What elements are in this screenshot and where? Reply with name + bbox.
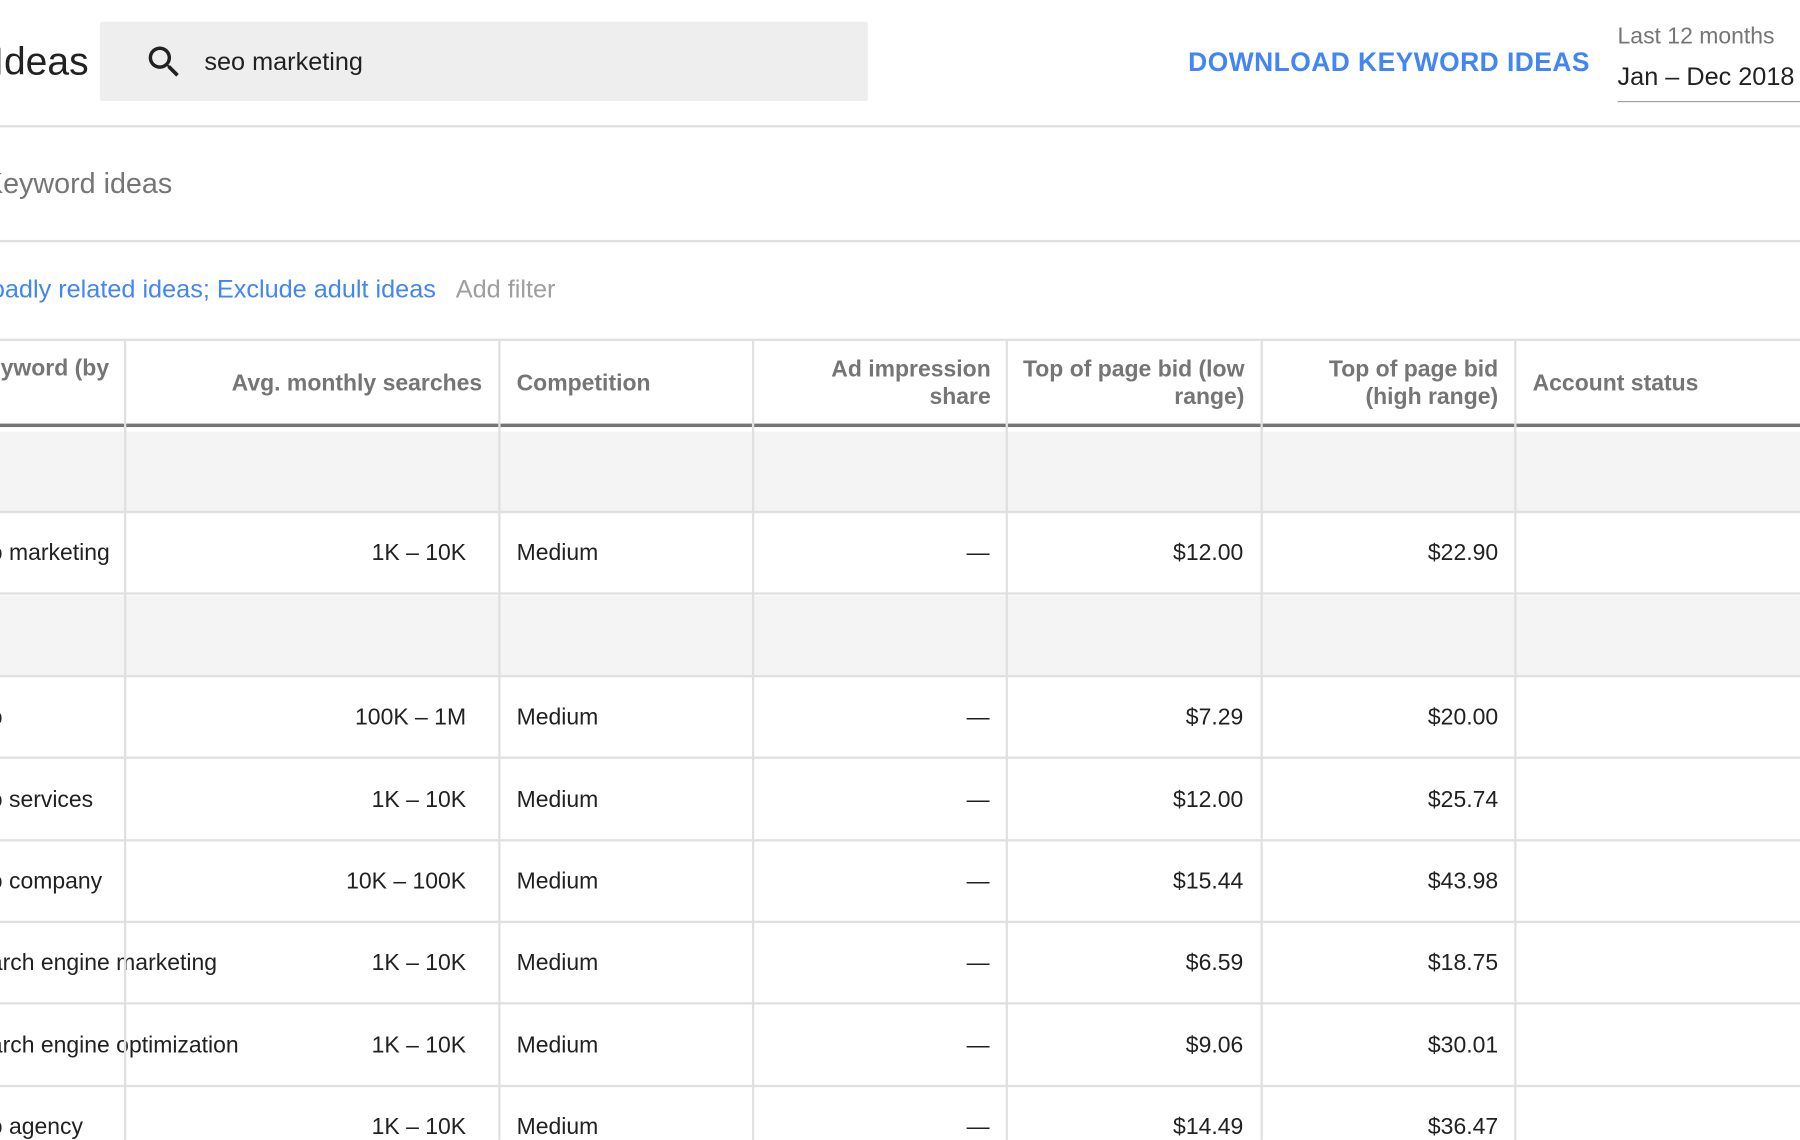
- table-row[interactable]: seo marketing 1K – 10K Medium — $12.00 $22.90: [0, 513, 1800, 595]
- cell-keyword: seo marketing: [0, 540, 110, 566]
- cell-ad-impression-share: —: [966, 949, 990, 976]
- cell-avg-monthly-searches: 1K – 10K: [371, 1032, 467, 1058]
- search-box[interactable]: seo marketing: [99, 21, 868, 102]
- cell-bid-high: $18.75: [1427, 949, 1499, 976]
- active-filters-link[interactable]: Broadly related ideas; Exclude adult ide…: [0, 273, 436, 304]
- cell-keyword: seo agency: [0, 1114, 83, 1140]
- cell-account-status: [1533, 513, 1786, 592]
- table-row[interactable]: seo services 1K – 10K Medium — $12.00 $25.74: [0, 760, 1800, 842]
- cell-bid-high: $25.74: [1427, 786, 1499, 813]
- table-row[interactable]: seo agency 1K – 10K Medium — $14.49 $36.47: [0, 1087, 1800, 1140]
- column-header-bid-high[interactable]: Top of page bid (high range): [1297, 341, 1498, 426]
- cell-bid-low: $9.06: [1185, 1032, 1244, 1058]
- column-header-bid-low[interactable]: Top of page bid (low range): [1015, 341, 1244, 426]
- cell-ad-impression-share: —: [966, 786, 990, 813]
- column-header-keyword[interactable]: Keyword (by: [0, 341, 121, 426]
- column-header-avg-monthly-searches[interactable]: Avg. monthly searches: [126, 341, 483, 426]
- table-row[interactable]: search engine optimization 1K – 10K Medium…: [0, 1006, 1800, 1088]
- table-row[interactable]: seo company 10K – 100K Medium — $15.44 $43.98: [0, 841, 1800, 923]
- cell-keyword: seo company: [0, 868, 103, 894]
- cell-competition: Medium: [516, 1114, 599, 1140]
- date-range-value[interactable]: Jan – Dec 2018: [1618, 62, 1795, 92]
- cell-bid-high: $30.01: [1427, 1032, 1499, 1058]
- column-divider: [1260, 339, 1263, 1140]
- cell-competition: Medium: [516, 1032, 599, 1058]
- cell-ad-impression-share: —: [966, 540, 990, 566]
- cell-ad-impression-share: —: [966, 704, 990, 730]
- column-divider: [1005, 339, 1008, 1140]
- cell-account-status: [1533, 760, 1786, 839]
- cell-bid-low: $14.49: [1173, 1114, 1244, 1140]
- search-icon[interactable]: [144, 41, 185, 82]
- cell-account-status: [1533, 1006, 1786, 1085]
- cell-account-status: [1533, 923, 1786, 1002]
- column-header-ad-impression-share[interactable]: Ad impression share: [804, 341, 990, 426]
- cell-avg-monthly-searches: 1K – 10K: [371, 540, 467, 566]
- cell-keyword: search engine marketing: [0, 949, 217, 976]
- keyword-planner-page: Ideas seo marketing DOWNLOAD KEYWORD IDE…: [0, 0, 1800, 1140]
- cell-keyword: seo services: [0, 786, 94, 813]
- cell-competition: Medium: [516, 786, 599, 813]
- cell-account-status: [1533, 1087, 1786, 1140]
- cell-avg-monthly-searches: 10K – 100K: [346, 868, 467, 894]
- cell-avg-monthly-searches: 1K – 10K: [371, 1114, 467, 1140]
- cell-keyword: search engine optimization: [0, 1032, 239, 1058]
- group-row: [0, 431, 1800, 514]
- cell-competition: Medium: [516, 540, 599, 566]
- date-range-picker[interactable]: Last 12 months Jan – Dec 2018: [1617, 21, 1800, 103]
- cell-bid-high: $20.00: [1427, 704, 1499, 730]
- cell-avg-monthly-searches: 1K – 10K: [371, 949, 467, 976]
- cell-account-status: [1533, 841, 1786, 920]
- table-header: Keyword (by Avg. monthly searches Compet…: [0, 338, 1800, 428]
- cell-account-status: [1533, 677, 1786, 756]
- column-divider: [751, 339, 755, 1140]
- table-row[interactable]: seo 100K – 1M Medium — $7.29 $20.00: [0, 677, 1800, 759]
- search-input[interactable]: seo marketing: [204, 47, 363, 77]
- cell-bid-low: $12.00: [1173, 786, 1244, 813]
- add-filter-button[interactable]: Add filter: [456, 273, 556, 304]
- cell-bid-low: $12.00: [1173, 540, 1244, 566]
- cell-ad-impression-share: —: [966, 1032, 990, 1058]
- cell-competition: Medium: [516, 704, 599, 730]
- table-row[interactable]: search engine marketing 1K – 10K Medium — $6…: [0, 923, 1800, 1005]
- cell-avg-monthly-searches: 1K – 10K: [371, 786, 467, 813]
- cell-avg-monthly-searches: 100K – 1M: [355, 704, 467, 730]
- section-divider: [0, 239, 1800, 243]
- cell-ad-impression-share: —: [966, 1114, 990, 1140]
- page-title: Ideas: [0, 40, 89, 84]
- cell-bid-low: $7.29: [1185, 704, 1244, 730]
- cell-bid-high: $22.90: [1427, 540, 1499, 566]
- section-title: Keyword ideas: [0, 167, 173, 200]
- column-header-account-status[interactable]: Account status: [1533, 341, 1786, 426]
- date-range-label: Last 12 months: [1617, 24, 1775, 50]
- cell-competition: Medium: [516, 949, 599, 976]
- header-divider: [0, 125, 1800, 128]
- cell-competition: Medium: [516, 868, 599, 894]
- cell-bid-low: $15.44: [1173, 868, 1244, 894]
- cell-bid-high: $43.98: [1427, 868, 1499, 894]
- cell-bid-low: $6.59: [1185, 949, 1244, 976]
- download-keyword-ideas-button[interactable]: DOWNLOAD KEYWORD IDEAS: [1188, 46, 1590, 78]
- cell-keyword: seo: [0, 677, 121, 756]
- column-divider: [498, 339, 501, 1140]
- column-header-competition[interactable]: Competition: [517, 341, 747, 426]
- column-divider: [1514, 339, 1517, 1140]
- column-divider: [123, 339, 127, 1140]
- cell-bid-high: $36.47: [1427, 1114, 1499, 1140]
- cell-ad-impression-share: —: [966, 868, 990, 894]
- group-row: [0, 595, 1800, 678]
